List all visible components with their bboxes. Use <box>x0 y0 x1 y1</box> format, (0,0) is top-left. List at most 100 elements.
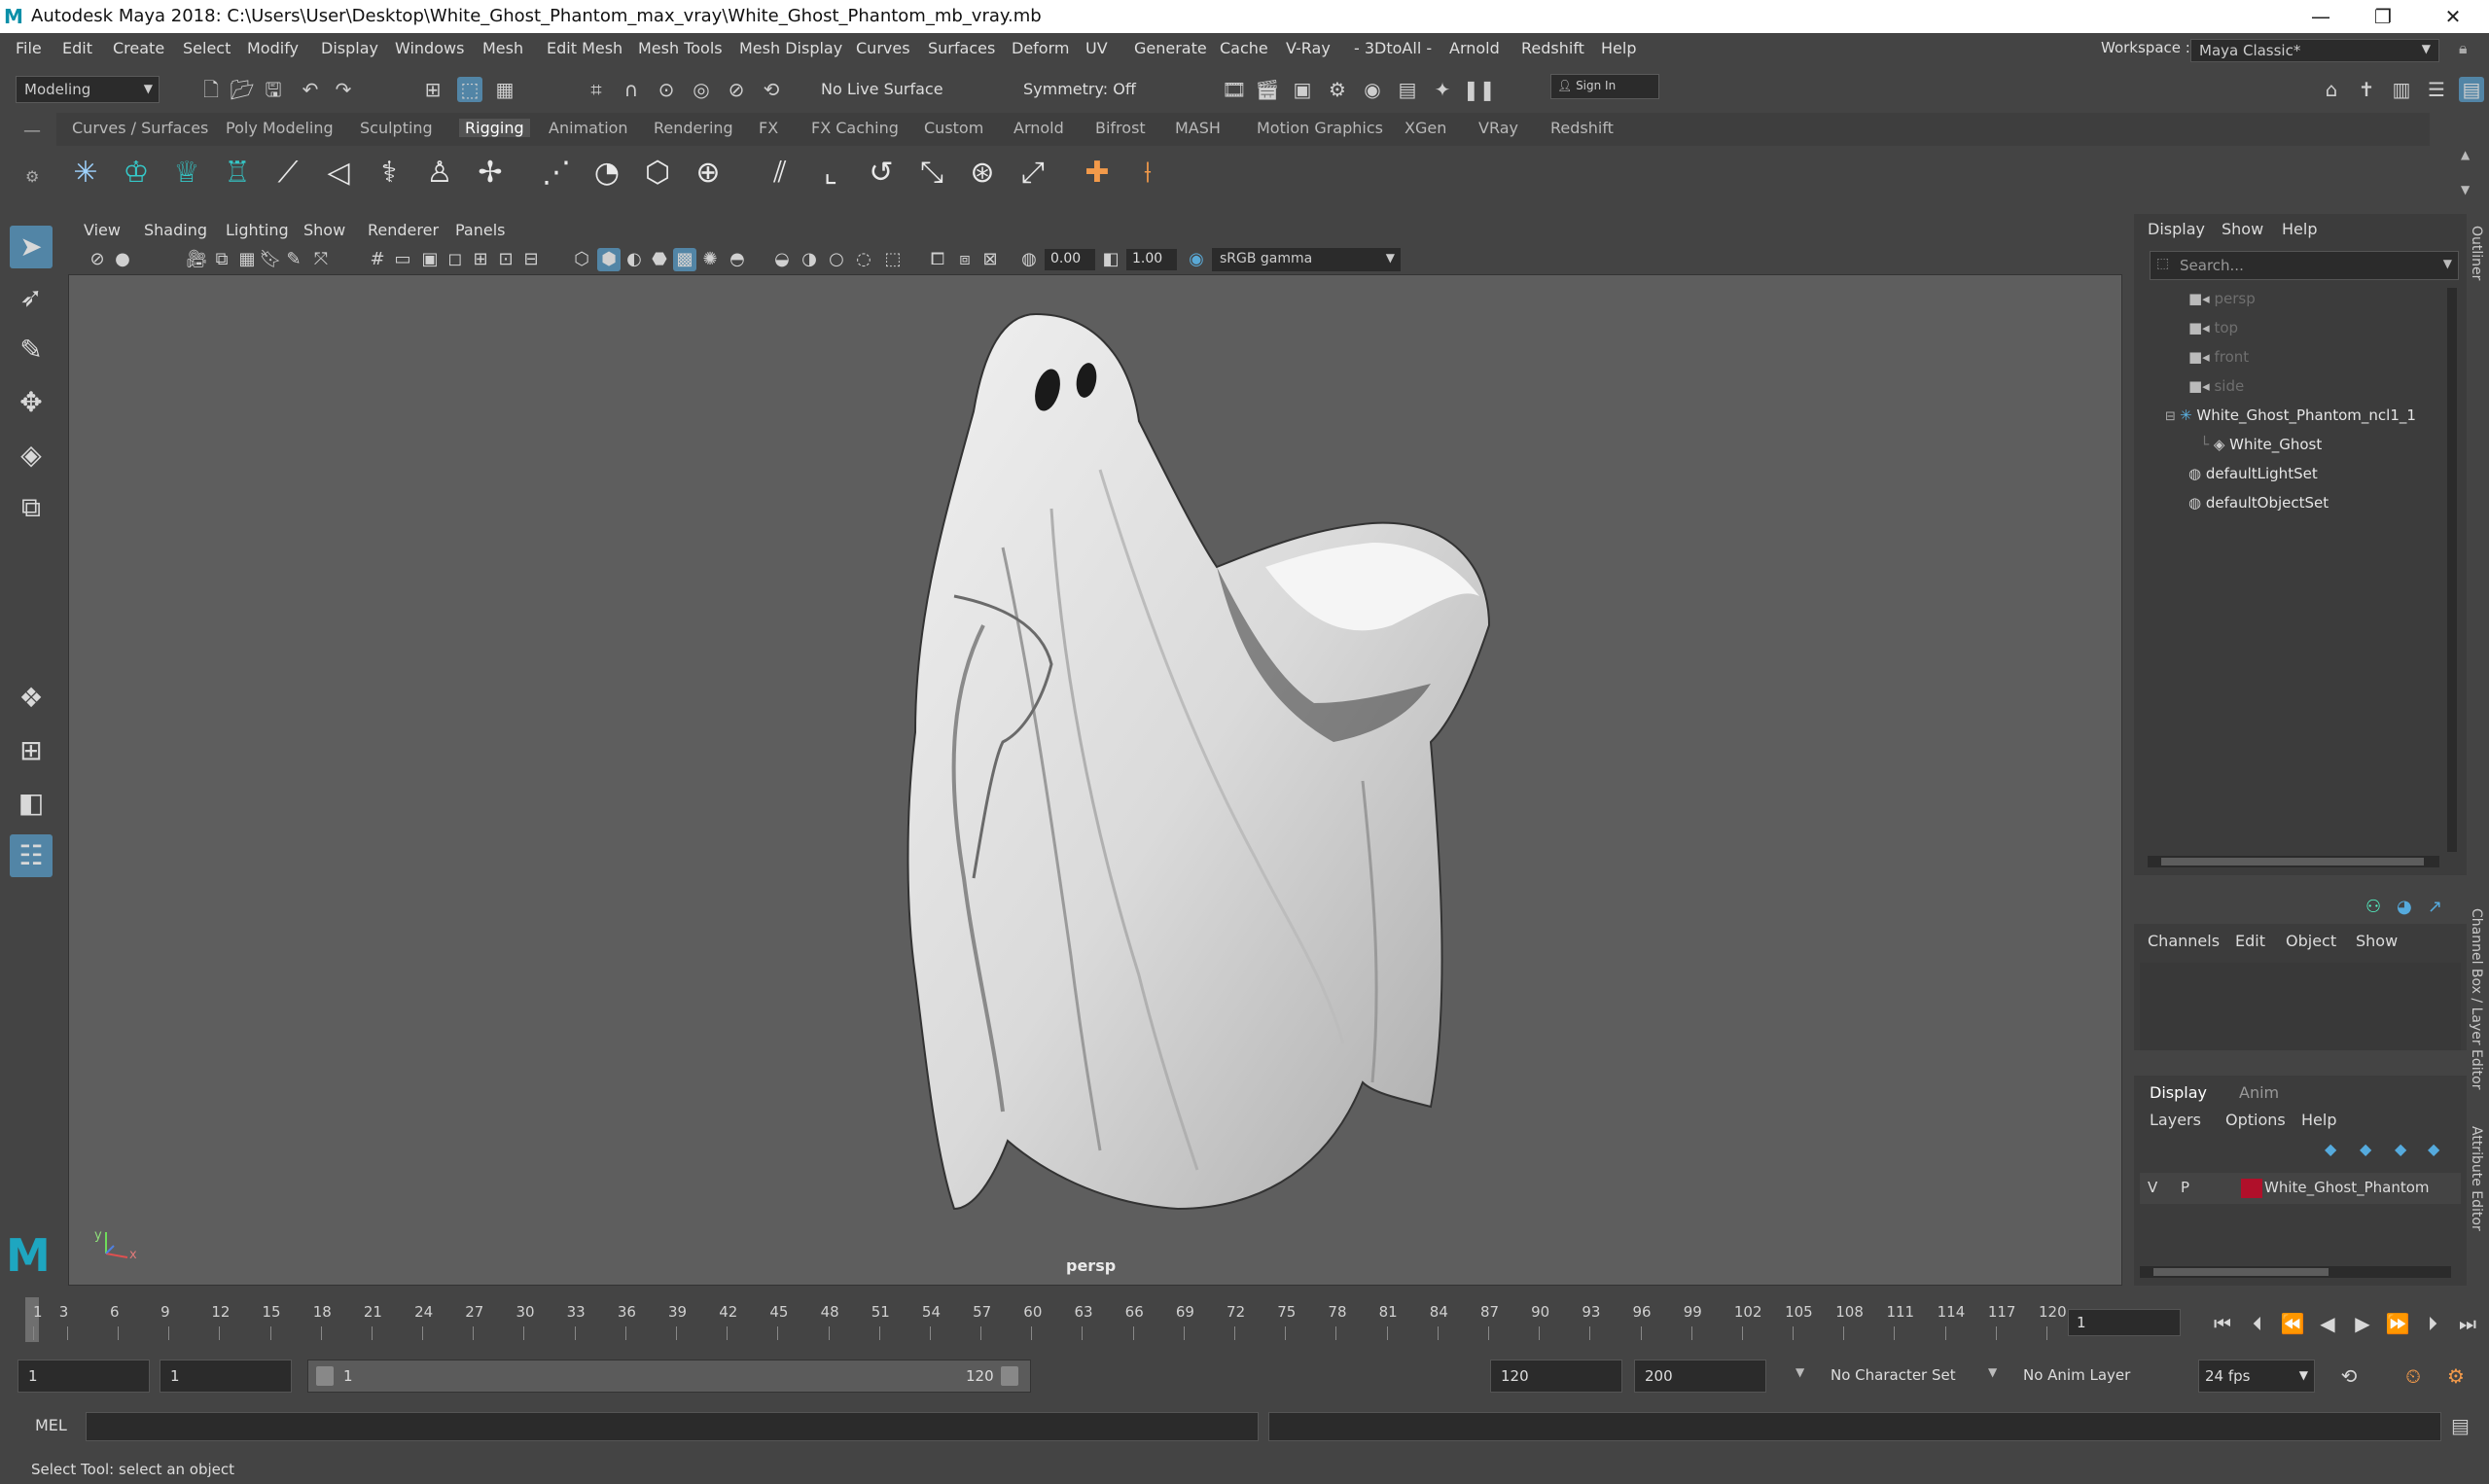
modeling-toolkit-icon[interactable]: ⌂ <box>2319 77 2344 102</box>
shelf-tab-sculpting[interactable]: Sculpting <box>360 119 433 137</box>
menu-3dtoall[interactable]: - 3DtoAll - <box>1354 39 1432 57</box>
range-end-handle[interactable] <box>1001 1366 1018 1386</box>
save-scene-icon[interactable]: 🖫 <box>261 77 286 102</box>
channel-menu-channels[interactable]: Channels <box>2148 932 2220 950</box>
scale-tool-icon[interactable]: ⧉ <box>10 486 53 529</box>
menu-curves[interactable]: Curves <box>856 39 910 57</box>
xray-icon[interactable]: ⧠ <box>926 248 949 271</box>
layer-name[interactable]: White_Ghost_Phantom <box>2264 1179 2430 1196</box>
select-camera-icon[interactable]: ⊘ <box>86 248 109 271</box>
snap-curve-icon[interactable]: ∩ <box>619 77 644 102</box>
four-view-layout-icon[interactable]: ⊞ <box>10 729 53 772</box>
resolution-gate-icon[interactable]: ▣ <box>418 248 442 271</box>
outliner-menu-help[interactable]: Help <box>2282 220 2317 238</box>
camera-icon[interactable]: 🎥︎ <box>185 248 208 271</box>
color-management-icon[interactable]: ◉ <box>1185 248 1208 271</box>
animation-preferences-icon[interactable]: ⚙ <box>2441 1361 2471 1391</box>
animation-end-field[interactable]: 200 <box>1634 1360 1766 1393</box>
viewport-menu-lighting[interactable]: Lighting <box>226 221 289 239</box>
locator-icon[interactable]: ✚ <box>1078 154 1117 193</box>
gamma-icon[interactable]: ◧ <box>1099 248 1122 271</box>
character-controls-icon[interactable]: ✝ <box>2354 77 2379 102</box>
parent-constraint-icon[interactable]: ⫽ <box>761 154 800 193</box>
render-setup-icon[interactable]: ▤ <box>1395 77 1420 102</box>
aim-constraint-icon[interactable]: ⊛ <box>963 154 1002 193</box>
viewport-menu-show[interactable]: Show <box>303 221 345 239</box>
select-hierarchy-icon[interactable]: ⊞ <box>420 77 445 102</box>
shelf-tab-xgen[interactable]: XGen <box>1405 119 1446 137</box>
mel-input[interactable] <box>86 1412 1259 1441</box>
menu-windows[interactable]: Windows <box>395 39 464 57</box>
two-d-pan-zoom-icon[interactable]: ⤧ <box>309 248 333 271</box>
skeleton-icon[interactable]: ♖ <box>218 154 257 193</box>
play-backwards-icon[interactable]: ◀ <box>2313 1309 2342 1338</box>
move-layer-up-icon[interactable]: ◆ <box>2325 1140 2336 1158</box>
xray-components-icon[interactable]: ⊠ <box>978 248 1002 271</box>
motion-blur-icon[interactable]: ◑ <box>798 248 821 271</box>
gate-mask-icon[interactable]: ◻ <box>444 248 467 271</box>
layer-menu-help[interactable]: Help <box>2301 1111 2336 1129</box>
menu-uv[interactable]: UV <box>1085 39 1108 57</box>
ik-spline-icon[interactable]: ◁ <box>319 154 358 193</box>
snap-grid-icon[interactable]: ⌗ <box>584 77 609 102</box>
single-perspective-layout-icon[interactable]: ❖ <box>10 677 53 720</box>
gamma-field[interactable]: 1.00 <box>1126 249 1177 270</box>
select-object-icon[interactable]: ⬚ <box>457 77 482 102</box>
smooth-shade-icon[interactable]: ⬢ <box>597 248 621 271</box>
layer-playback-toggle[interactable]: P <box>2181 1179 2189 1196</box>
step-back-key-icon[interactable]: ⏪ <box>2278 1309 2307 1338</box>
outliner-item-top[interactable]: ■◂ top <box>2188 313 2238 342</box>
playback-range-slider[interactable]: 1 120 <box>307 1360 1031 1393</box>
snap-view-icon[interactable]: ◎ <box>689 77 714 102</box>
depth-of-field-icon[interactable]: ◌ <box>852 248 875 271</box>
menu-mesh-tools[interactable]: Mesh Tools <box>638 39 723 57</box>
snap-live-icon[interactable]: ⟲ <box>759 77 784 102</box>
outliner-item-persp[interactable]: ■◂ persp <box>2188 284 2256 313</box>
shelf-tab-rendering[interactable]: Rendering <box>654 119 733 137</box>
shelf-scroll-up-icon[interactable]: ▲ <box>2461 148 2470 161</box>
layer-color-swatch[interactable] <box>2241 1179 2262 1198</box>
anim-layer-dropdown[interactable]: No Anim Layer <box>2023 1366 2130 1384</box>
channel-menu-edit[interactable]: Edit <box>2235 932 2265 950</box>
interactive-bind-icon[interactable]: ✢ <box>471 154 510 193</box>
snap-surface-icon[interactable]: ⊘ <box>724 77 749 102</box>
paint-select-tool-icon[interactable]: ✎ <box>10 329 53 371</box>
side-tab-channel-box[interactable]: Channel Box / Layer Editor <box>2469 908 2484 1089</box>
shelf-settings-icon[interactable]: ⚙ <box>25 167 39 186</box>
ik-handle-icon[interactable]: ⟋ <box>268 154 307 193</box>
shelf-tab-mash[interactable]: MASH <box>1175 119 1221 137</box>
camera-attributes-icon[interactable]: ● <box>111 248 134 271</box>
shelf-tab-motion-graphics[interactable]: Motion Graphics <box>1257 119 1383 137</box>
side-tab-outliner[interactable]: Outliner <box>2469 226 2484 280</box>
undo-icon[interactable]: ↶ <box>298 77 323 102</box>
menu-display[interactable]: Display <box>321 39 378 57</box>
exposure-field[interactable]: 0.00 <box>1045 249 1095 270</box>
image-plane-icon[interactable]: ▦ <box>235 248 259 271</box>
menu-generate[interactable]: Generate <box>1134 39 1207 57</box>
menu-mesh-display[interactable]: Mesh Display <box>739 39 842 57</box>
field-chart-icon[interactable]: ⊞ <box>469 248 492 271</box>
shelf-tab-rigging[interactable]: Rigging <box>459 119 530 137</box>
color-space-dropdown[interactable]: sRGB gamma ▼ <box>1212 248 1401 271</box>
step-forward-frame-icon[interactable]: ⏵ <box>2418 1309 2447 1338</box>
new-layer-selected-icon[interactable]: ◆ <box>2428 1140 2439 1158</box>
persp-outliner-layout-icon[interactable]: ◧ <box>10 782 53 825</box>
channel-menu-object[interactable]: Object <box>2286 932 2336 950</box>
chevron-down-icon[interactable]: ▼ <box>1988 1365 1997 1379</box>
render-view-icon[interactable]: 🎞︎ <box>1222 77 1247 102</box>
shelf-menu-icon[interactable]: — <box>23 121 41 141</box>
step-back-frame-icon[interactable]: ⏴ <box>2243 1309 2272 1338</box>
menu-deform[interactable]: Deform <box>1012 39 1069 57</box>
side-tab-attribute-editor[interactable]: Attribute Editor <box>2469 1126 2484 1231</box>
channel-box-toggle-icon[interactable]: ▤ <box>2459 77 2484 102</box>
orient-constraint-icon[interactable]: ↺ <box>862 154 901 193</box>
auto-key-icon[interactable]: ⏲ <box>2399 1361 2428 1391</box>
lasso-tool-icon[interactable]: ➶ <box>10 276 53 319</box>
menu-vray[interactable]: V-Ray <box>1286 39 1331 57</box>
outliner-item-default-light-set[interactable]: ◍ defaultLightSet <box>2188 459 2318 488</box>
select-tool-icon[interactable]: ➤ <box>10 226 53 268</box>
minimize-button[interactable]: — <box>2290 0 2352 33</box>
outliner-search-input[interactable]: Search... ⬚ ▼ <box>2150 251 2459 280</box>
mel-label[interactable]: MEL <box>35 1416 67 1434</box>
lattice-icon[interactable]: ◔ <box>587 154 626 193</box>
